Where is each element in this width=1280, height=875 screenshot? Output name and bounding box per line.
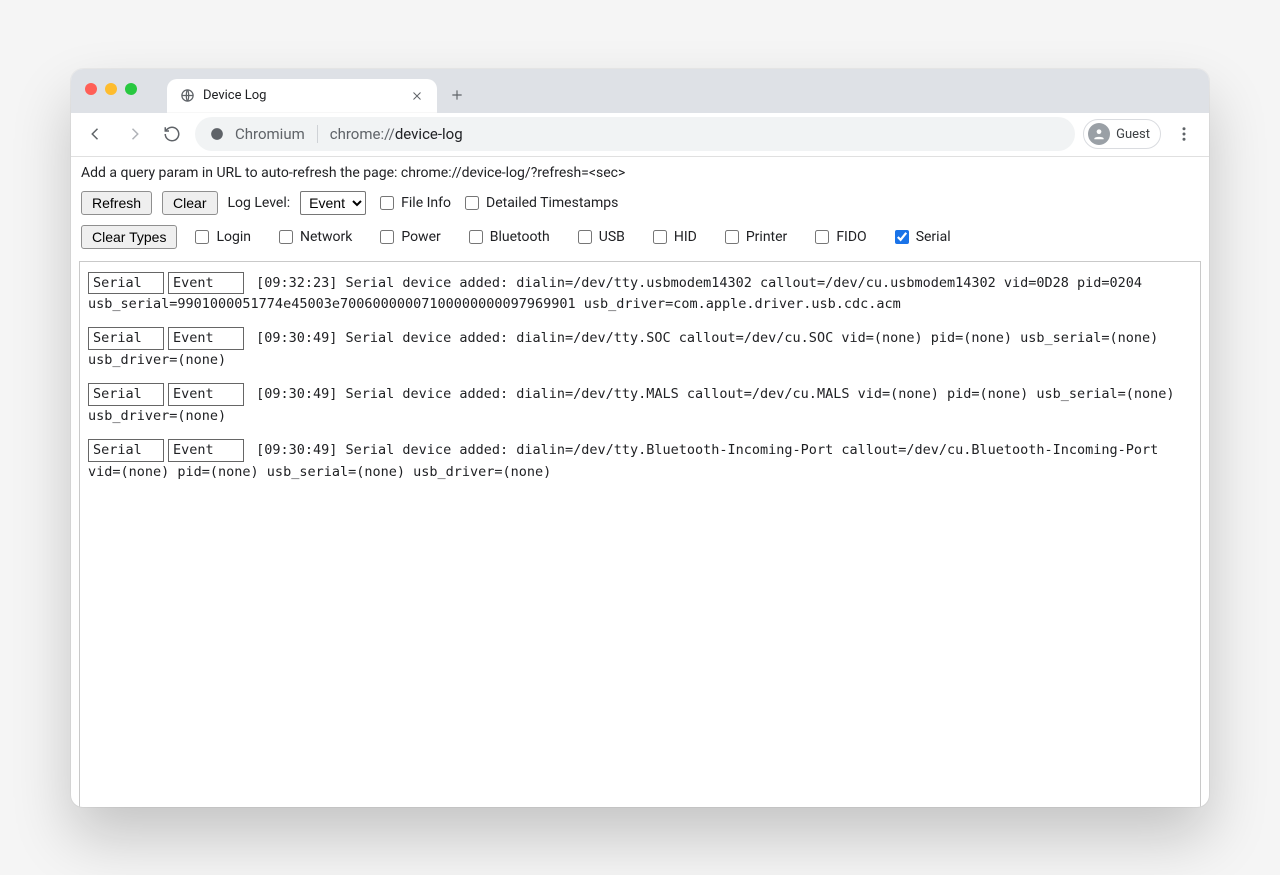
globe-icon bbox=[179, 88, 195, 104]
detailed-ts-label: Detailed Timestamps bbox=[486, 195, 618, 211]
toolbar: Chromium chrome://device-log Guest bbox=[71, 113, 1209, 157]
type-filter-power[interactable]: Power bbox=[376, 227, 440, 247]
type-filter-hid[interactable]: HID bbox=[649, 227, 697, 247]
type-filter-serial[interactable]: Serial bbox=[891, 227, 951, 247]
log-type-tag: Serial bbox=[88, 439, 164, 462]
type-label: Network bbox=[300, 229, 352, 245]
log-level-tag: Event bbox=[168, 439, 244, 462]
controls-row: Refresh Clear Log Level: Event File Info… bbox=[71, 191, 1209, 225]
type-label: Printer bbox=[746, 229, 787, 245]
type-checkbox-network[interactable] bbox=[279, 230, 293, 244]
type-label: Bluetooth bbox=[490, 229, 550, 245]
type-checkbox-login[interactable] bbox=[195, 230, 209, 244]
reload-button[interactable] bbox=[157, 119, 187, 149]
type-filter-fido[interactable]: FIDO bbox=[811, 227, 866, 247]
log-message: [09:30:49] Serial device added: dialin=/… bbox=[88, 330, 1158, 368]
clear-button[interactable]: Clear bbox=[162, 191, 217, 215]
types-row: Clear Types Login Network Power Bluetooth US… bbox=[71, 225, 1209, 261]
loglevel-select[interactable]: Event bbox=[300, 191, 366, 215]
window-close-button[interactable] bbox=[85, 83, 97, 95]
log-entry: SerialEvent [09:32:23] Serial device add… bbox=[88, 272, 1192, 316]
browser-window: Device Log Chromium chrome://device-lo bbox=[71, 69, 1209, 807]
window-minimize-button[interactable] bbox=[105, 83, 117, 95]
page-content: Add a query param in URL to auto-refresh… bbox=[71, 157, 1209, 807]
tab-active[interactable]: Device Log bbox=[167, 79, 437, 113]
type-filter-usb[interactable]: USB bbox=[574, 227, 625, 247]
back-button[interactable] bbox=[81, 119, 111, 149]
clear-types-button[interactable]: Clear Types bbox=[81, 225, 177, 249]
log-entry: SerialEvent [09:30:49] Serial device add… bbox=[88, 383, 1192, 427]
type-label: FIDO bbox=[836, 229, 866, 245]
log-message: [09:30:49] Serial device added: dialin=/… bbox=[88, 386, 1175, 424]
type-checkbox-hid[interactable] bbox=[653, 230, 667, 244]
type-filter-printer[interactable]: Printer bbox=[721, 227, 787, 247]
log-level-tag: Event bbox=[168, 272, 244, 295]
fileinfo-option[interactable]: File Info bbox=[376, 193, 451, 213]
menu-button[interactable] bbox=[1169, 119, 1199, 149]
type-label: USB bbox=[599, 229, 625, 245]
type-filter-login[interactable]: Login bbox=[191, 227, 251, 247]
omnibox-host: Chromium bbox=[235, 125, 305, 143]
omnibox-separator bbox=[317, 125, 318, 143]
type-checkbox-bluetooth[interactable] bbox=[469, 230, 483, 244]
tab-strip: Device Log bbox=[71, 69, 1209, 113]
profile-chip[interactable]: Guest bbox=[1083, 119, 1161, 149]
type-checkbox-fido[interactable] bbox=[815, 230, 829, 244]
refresh-button[interactable]: Refresh bbox=[81, 191, 152, 215]
log-message: [09:32:23] Serial device added: dialin=/… bbox=[88, 275, 1142, 313]
log-message: [09:30:49] Serial device added: dialin=/… bbox=[88, 442, 1158, 480]
log-output: SerialEvent [09:32:23] Serial device add… bbox=[79, 261, 1201, 807]
new-tab-button[interactable] bbox=[443, 81, 471, 109]
type-label: Login bbox=[216, 229, 251, 245]
fileinfo-checkbox[interactable] bbox=[380, 196, 394, 210]
info-text: Add a query param in URL to auto-refresh… bbox=[71, 157, 1209, 191]
type-label: Power bbox=[401, 229, 440, 245]
profile-label: Guest bbox=[1116, 127, 1150, 142]
type-checkbox-usb[interactable] bbox=[578, 230, 592, 244]
type-checkbox-serial[interactable] bbox=[895, 230, 909, 244]
tab-close-button[interactable] bbox=[409, 88, 425, 104]
fileinfo-label: File Info bbox=[401, 195, 451, 211]
omnibox-url: chrome://device-log bbox=[330, 125, 463, 143]
type-label: HID bbox=[674, 229, 697, 245]
omnibox[interactable]: Chromium chrome://device-log bbox=[195, 117, 1075, 151]
type-filter-network[interactable]: Network bbox=[275, 227, 352, 247]
loglevel-label: Log Level: bbox=[228, 195, 291, 211]
window-controls bbox=[85, 83, 137, 95]
type-label: Serial bbox=[916, 229, 951, 245]
detailed-ts-option[interactable]: Detailed Timestamps bbox=[461, 193, 618, 213]
log-entry: SerialEvent [09:30:49] Serial device add… bbox=[88, 327, 1192, 371]
type-checkbox-power[interactable] bbox=[380, 230, 394, 244]
log-type-tag: Serial bbox=[88, 383, 164, 406]
site-info-icon[interactable] bbox=[209, 126, 225, 142]
log-type-tag: Serial bbox=[88, 327, 164, 350]
detailed-ts-checkbox[interactable] bbox=[465, 196, 479, 210]
log-entry: SerialEvent [09:30:49] Serial device add… bbox=[88, 439, 1192, 483]
type-filter-bluetooth[interactable]: Bluetooth bbox=[465, 227, 550, 247]
type-checkbox-printer[interactable] bbox=[725, 230, 739, 244]
tab-title: Device Log bbox=[203, 88, 401, 103]
avatar-icon bbox=[1088, 123, 1110, 145]
log-level-tag: Event bbox=[168, 383, 244, 406]
log-type-tag: Serial bbox=[88, 272, 164, 295]
forward-button[interactable] bbox=[119, 119, 149, 149]
log-level-tag: Event bbox=[168, 327, 244, 350]
window-zoom-button[interactable] bbox=[125, 83, 137, 95]
